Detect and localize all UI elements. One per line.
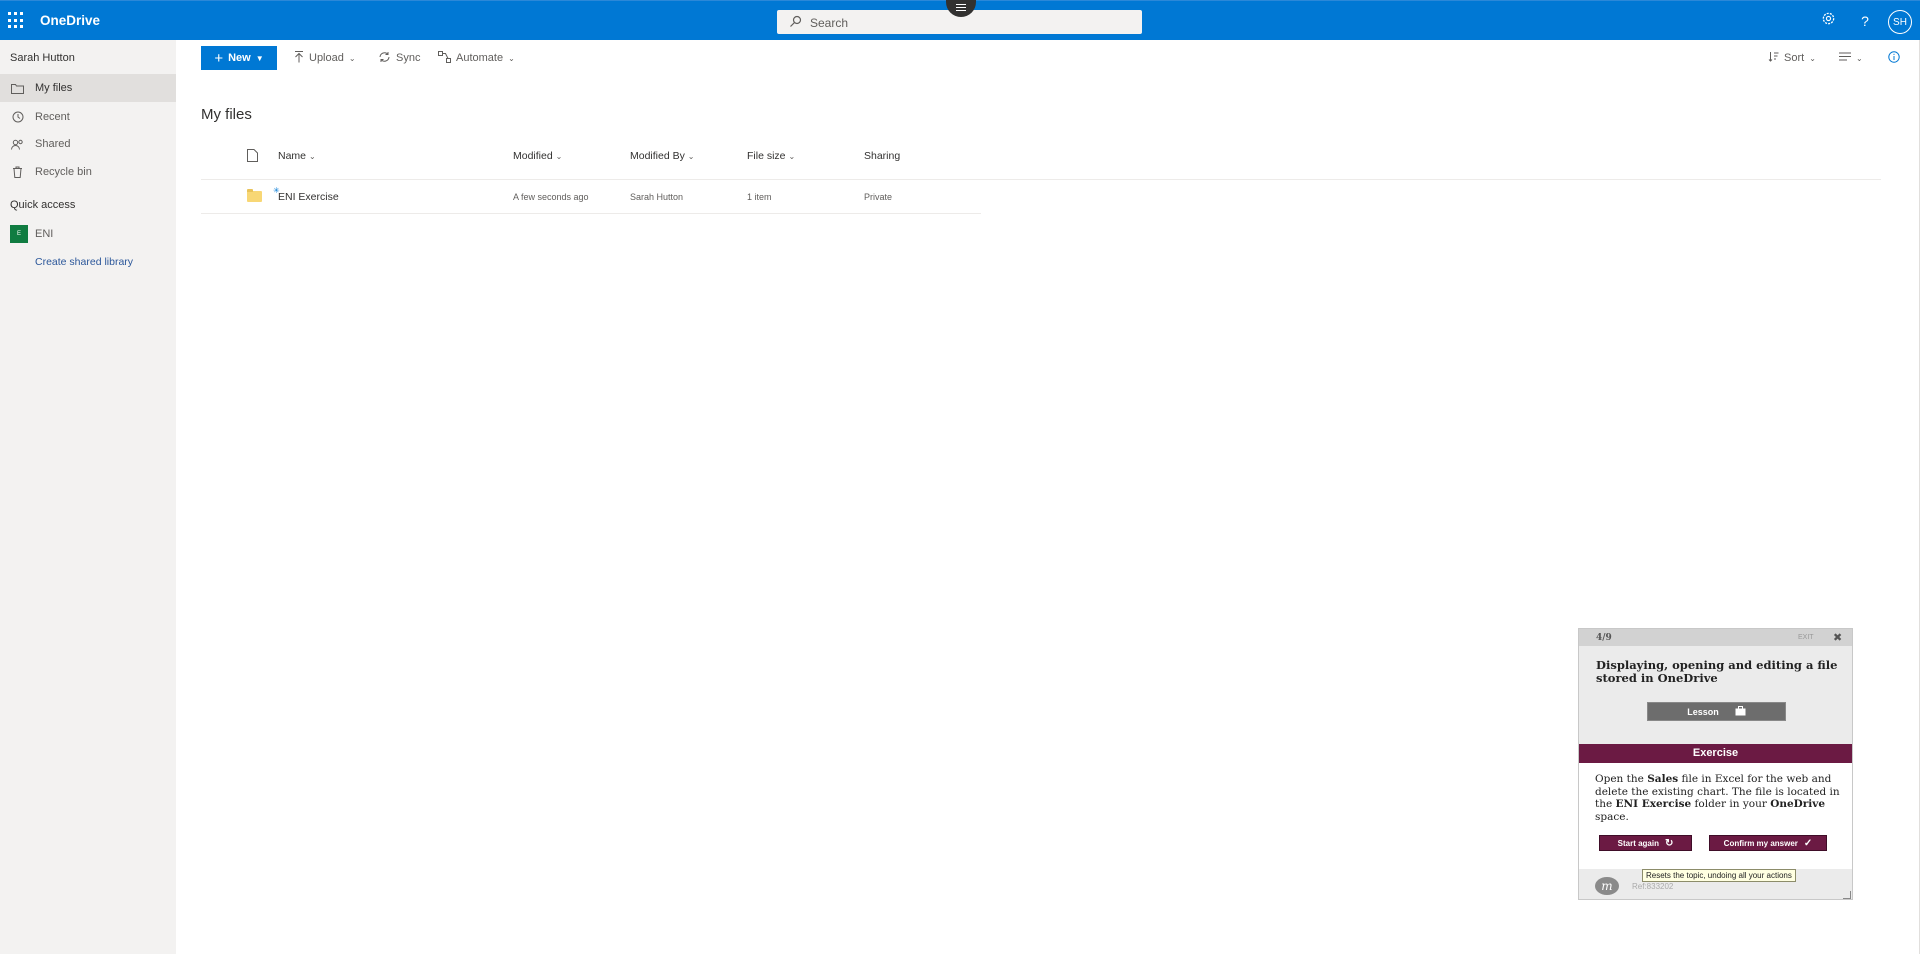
table-row[interactable]: ✳ ENI Exercise A few seconds ago Sarah H… [201,180,981,214]
close-icon[interactable]: ✖ [1833,631,1842,644]
automate-icon [438,50,451,66]
chevron-down-icon: ⌄ [508,53,515,63]
lesson-button[interactable]: Lesson [1647,702,1786,721]
settings-button[interactable] [1810,1,1846,41]
confirm-answer-button[interactable]: Confirm my answer ✓ [1709,835,1827,851]
sidebar-item-label: My files [35,82,73,94]
sort-label: Sort [1784,52,1805,64]
sidebar-item-my-files[interactable]: My files [0,74,176,102]
plus-icon: + [214,49,224,67]
panel-header: 4/9 EXIT ✖ [1579,629,1852,646]
sync-label: Sync [396,52,421,64]
create-shared-library-link[interactable]: Create shared library [35,256,133,268]
sidebar-item-label: Recent [35,111,70,123]
automate-button[interactable]: Automate ⌄ [438,46,515,70]
start-again-label: Start again [1617,838,1659,848]
file-modified: A few seconds ago [513,192,589,202]
user-name: Sarah Hutton [10,52,75,64]
chevron-down-icon: ⌄ [555,152,563,161]
sync-icon [378,51,391,66]
column-header-modified[interactable]: Modified ⌄ [513,150,562,162]
chevron-down-icon: ⌄ [1856,53,1863,63]
upload-icon [294,50,304,66]
sort-icon [1768,51,1779,65]
reference-code: Ref:833202 [1632,882,1674,891]
exercise-panel: 4/9 EXIT ✖ Displaying, opening and editi… [1578,628,1853,900]
file-name[interactable]: ENI Exercise [278,191,339,203]
app-title[interactable]: OneDrive [40,13,100,28]
sidebar-item-label: Recycle bin [35,166,92,178]
library-icon: E [10,225,28,243]
chevron-down-icon: ⌄ [788,152,796,161]
chevron-down-icon: ▼ [255,53,264,63]
search-placeholder: Search [810,16,849,30]
clock-icon [0,111,35,123]
exercise-body: Open the Sales file in Excel for the web… [1579,763,1852,869]
new-label: New [228,52,251,64]
people-icon [0,139,35,150]
new-button[interactable]: + New ▼ [201,46,277,70]
view-options-button[interactable]: ⌄ [1839,46,1863,70]
chevron-down-icon: ⌄ [1809,53,1816,63]
checkmark-icon: ✓ [1803,837,1813,849]
logo-icon: m [1595,877,1619,895]
left-nav: Sarah Hutton My files Recent Shared Recy… [0,40,176,954]
quick-access-item-eni[interactable]: E ENI [0,220,176,248]
info-icon [1888,50,1900,66]
info-button[interactable] [1888,46,1900,70]
resize-handle-icon[interactable] [1843,891,1851,899]
exit-label[interactable]: EXIT [1798,634,1814,641]
lesson-title: Displaying, opening and editing a file s… [1596,658,1838,685]
file-type-icon[interactable] [247,149,258,165]
search-icon [789,15,802,33]
column-header-file-size[interactable]: File size ⌄ [747,150,795,162]
command-bar: + New ▼ Upload ⌄ Sync Automate ⌄ Sort ⌄ … [176,40,1920,74]
automate-label: Automate [456,52,504,64]
page-title: My files [201,106,252,123]
sidebar-item-recycle-bin[interactable]: Recycle bin [0,158,176,186]
sidebar-item-label: Shared [35,138,71,150]
briefcase-icon [1735,705,1746,718]
folder-icon [0,83,35,94]
file-size: 1 item [747,192,772,202]
file-modified-by[interactable]: Sarah Hutton [630,192,683,202]
help-button[interactable]: ? [1847,1,1883,41]
refresh-icon: ↻ [1664,837,1674,849]
top-bar: OneDrive Search ? SH [0,0,1920,40]
sort-button[interactable]: Sort ⌄ [1768,46,1816,70]
sync-button[interactable]: Sync [378,46,420,70]
confirm-label: Confirm my answer [1723,838,1798,848]
sidebar-item-recent[interactable]: Recent [0,103,176,131]
file-sharing[interactable]: Private [864,192,892,202]
app-launcher-icon[interactable] [8,12,25,29]
step-counter: 4/9 [1596,633,1612,643]
exercise-instruction: Open the Sales file in Excel for the web… [1595,773,1840,823]
trash-icon [0,166,35,178]
upload-label: Upload [309,52,344,64]
chevron-down-icon: ⌄ [348,53,356,63]
tooltip: Resets the topic, undoing all your actio… [1642,869,1796,882]
sidebar-item-shared[interactable]: Shared [0,130,176,158]
chevron-down-icon: ⌄ [687,152,695,161]
column-header-name[interactable]: Name ⌄ [278,150,316,162]
quick-access-label: ENI [35,228,54,240]
exercise-heading: Exercise [1579,744,1852,763]
chevron-down-icon: ⌄ [308,152,316,161]
column-header-sharing[interactable]: Sharing [864,150,900,162]
upload-button[interactable]: Upload ⌄ [294,46,356,70]
column-header-modified-by[interactable]: Modified By ⌄ [630,150,694,162]
list-view-icon [1839,52,1851,64]
avatar[interactable]: SH [1888,10,1912,34]
quick-access-heading: Quick access [10,199,76,211]
lesson-label: Lesson [1687,706,1719,717]
start-again-button[interactable]: Start again ↻ [1599,835,1692,851]
folder-icon [247,189,262,202]
gear-icon [1821,11,1836,31]
